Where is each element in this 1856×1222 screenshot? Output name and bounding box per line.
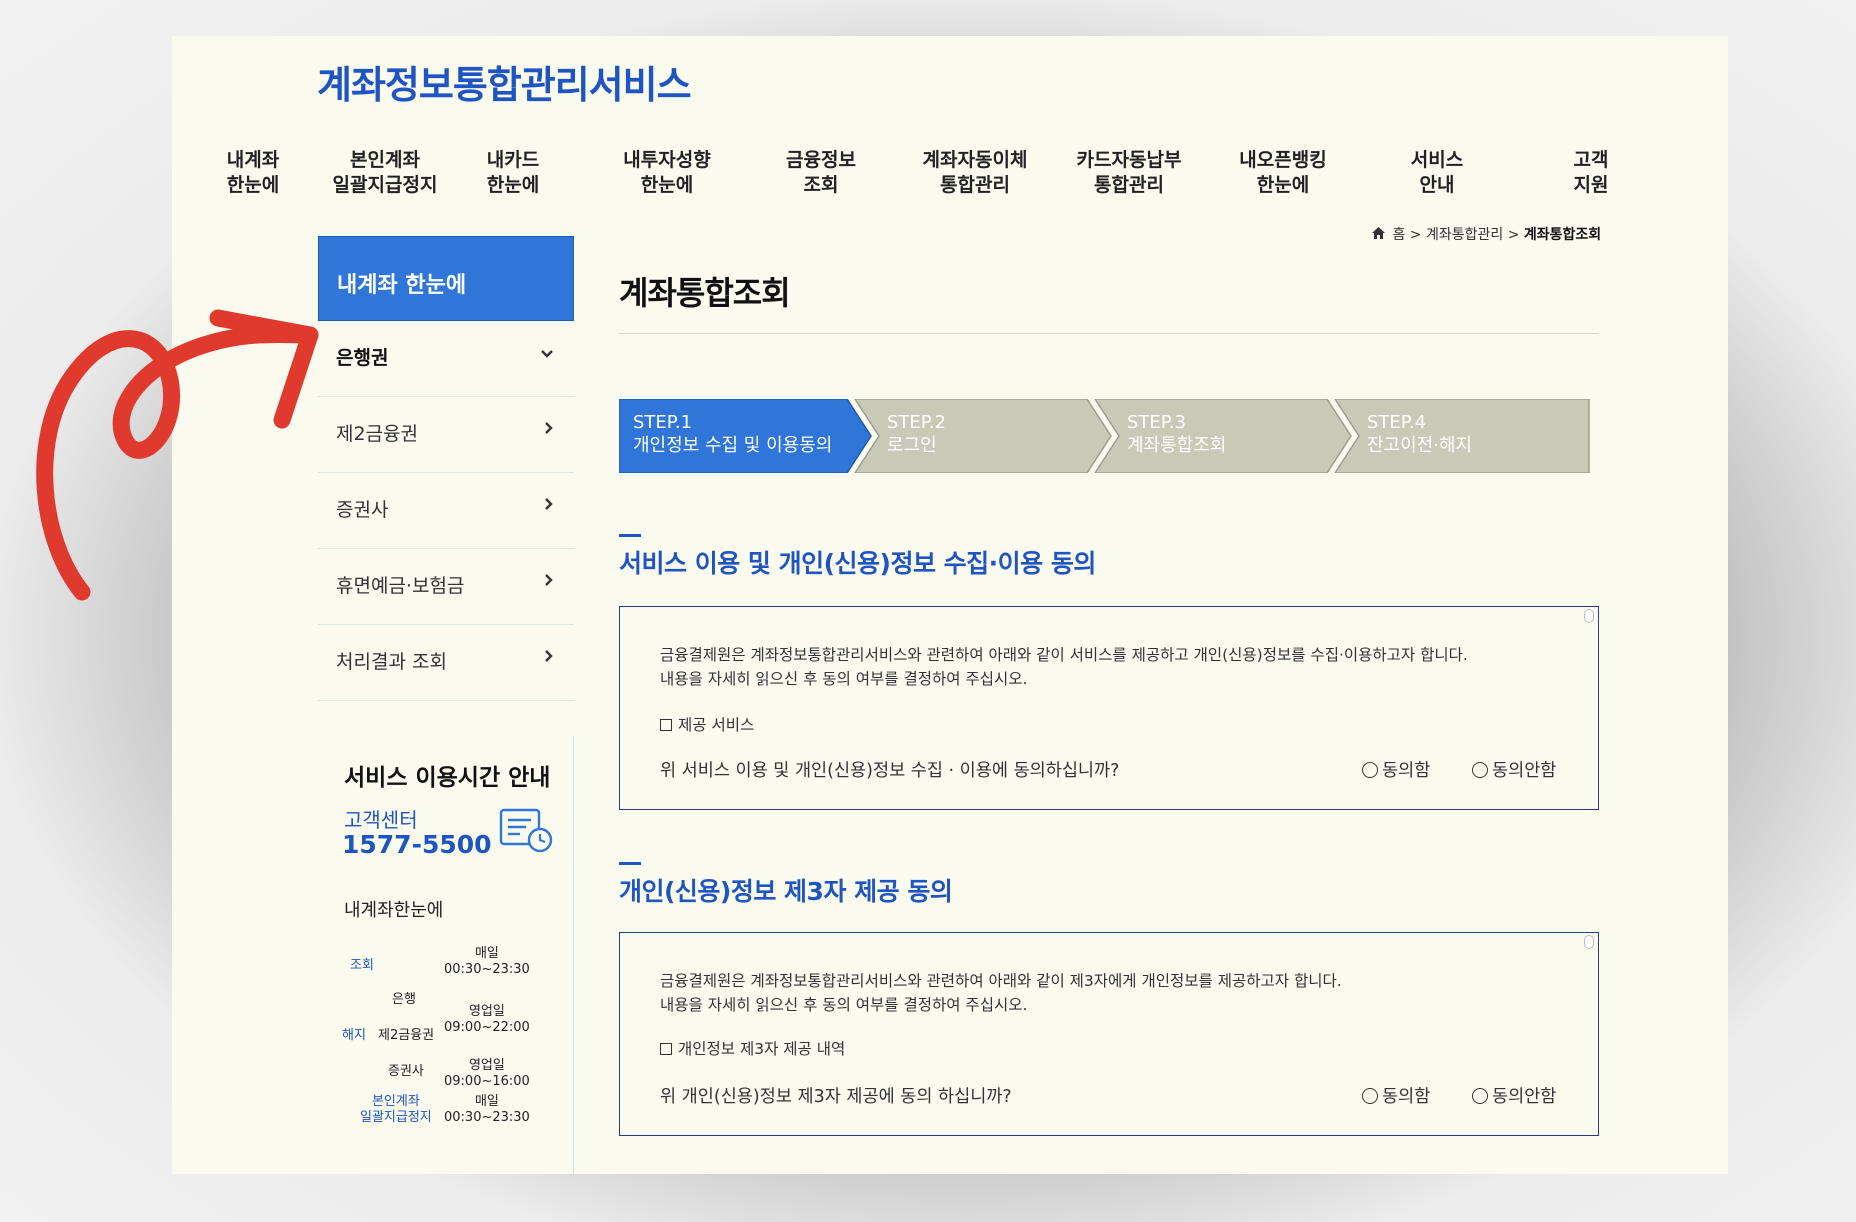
sidebar-item-bank[interactable]: 은행권 xyxy=(318,321,574,397)
sidebar-item-label: 은행권 xyxy=(336,347,389,369)
gnb-item-my-accounts[interactable]: 내계좌 한눈에 xyxy=(178,148,328,198)
gnb-item-investment[interactable]: 내투자성향 한눈에 xyxy=(592,148,742,198)
hours-inquiry-label: 조회 xyxy=(350,958,374,973)
service-hours-title: 서비스 이용시간 안내 xyxy=(344,765,551,791)
step-progress: STEP.1 개인정보 수집 및 이용동의 STEP.2 로그인 STEP.3 … xyxy=(619,399,1591,473)
sidebar-item-label: 휴면예금·보험금 xyxy=(336,575,465,597)
home-icon[interactable] xyxy=(1372,227,1385,243)
square-bullet-icon xyxy=(660,1043,672,1055)
consent-text: 금융결제원은 계좌정보통합관리서비스와 관련하여 아래와 같이 제3자에게 개인… xyxy=(660,972,1342,1014)
breadcrumb-current: 계좌통합조회 xyxy=(1523,227,1602,243)
sidebar-title[interactable]: 내계좌 한눈에 xyxy=(318,236,574,321)
disagree-radio[interactable]: 동의안함 xyxy=(1472,757,1556,782)
chevron-right-icon xyxy=(544,419,554,440)
consent-question: 위 서비스 이용 및 개인(신용)정보 수집 · 이용에 동의하십니까? xyxy=(660,761,1120,781)
gnb-item-fin-info[interactable]: 금융정보 조회 xyxy=(746,148,896,198)
global-nav: 내계좌 한눈에 본인계좌 일괄지급정지 내카드 한눈에 내투자성향 한눈에 금융… xyxy=(172,148,1728,208)
hours-second-fin-label: 제2금융권 xyxy=(378,1028,435,1043)
consent-sub-item: 개인정보 제3자 제공 내역 xyxy=(660,1037,845,1059)
hours-bank-label: 은행 xyxy=(392,992,416,1007)
scrollbar[interactable] xyxy=(1584,609,1594,623)
step-2-label: STEP.2 로그인 xyxy=(887,412,947,456)
hours-daily-2: 매일 00:30~23:30 xyxy=(444,1094,530,1125)
page-window: 계좌정보통합관리서비스 내계좌 한눈에 본인계좌 일괄지급정지 내카드 한눈에 … xyxy=(172,36,1728,1174)
square-bullet-icon xyxy=(660,719,672,731)
sidebar-item-securities[interactable]: 증권사 xyxy=(318,473,574,549)
section-marker xyxy=(619,534,641,537)
chevron-down-icon xyxy=(540,343,554,364)
title-divider xyxy=(619,333,1599,334)
section-marker xyxy=(619,862,641,865)
consent-text: 금융결제원은 계좌정보통합관리서비스와 관련하여 아래와 같이 서비스를 제공하… xyxy=(660,646,1468,688)
customer-center-phone: 1577-5500 xyxy=(342,830,492,859)
radio-circle-icon xyxy=(1362,1088,1378,1104)
gnb-item-service-info[interactable]: 서비스 안내 xyxy=(1362,148,1512,198)
breadcrumb-separator: > xyxy=(1409,227,1422,243)
radio-circle-icon xyxy=(1472,762,1488,778)
sidebar-item-label: 처리결과 조회 xyxy=(336,651,447,673)
sidebar-menu: 은행권 제2금융권 증권사 휴면예금·보험금 처리결과 조회 xyxy=(318,321,574,701)
chevron-right-icon xyxy=(544,495,554,516)
hours-business-2: 영업일 09:00~16:00 xyxy=(444,1058,530,1089)
sidebar-item-label: 제2금융권 xyxy=(336,423,419,445)
sidebar-item-results[interactable]: 처리결과 조회 xyxy=(318,625,574,701)
service-sub-title: 내계좌한눈에 xyxy=(344,900,444,921)
step-4-label: STEP.4 잔고이전·해지 xyxy=(1367,412,1473,456)
page-title: 계좌통합조회 xyxy=(619,274,791,312)
gnb-item-auto-transfer[interactable]: 계좌자동이체 통합관리 xyxy=(900,148,1050,198)
sidebar-item-dormant[interactable]: 휴면예금·보험금 xyxy=(318,549,574,625)
radio-circle-icon xyxy=(1472,1088,1488,1104)
breadcrumb: 홈 > 계좌통합관리 > 계좌통합조회 xyxy=(1372,224,1672,244)
gnb-item-card-autopay[interactable]: 카드자동납부 통합관리 xyxy=(1054,148,1204,198)
clock-document-icon xyxy=(498,806,554,856)
gnb-item-my-cards[interactable]: 내카드 한눈에 xyxy=(438,148,588,198)
hours-terminate-label: 해지 xyxy=(342,1028,366,1043)
breadcrumb-level1[interactable]: 계좌통합관리 xyxy=(1426,227,1503,243)
service-hours-box: 서비스 이용시간 안내 고객센터 1577-5500 내계좌한눈에 조회 매일 … xyxy=(318,736,574,1174)
consent-question: 위 개인(신용)정보 제3자 제공에 동의 하십니까? xyxy=(660,1087,1012,1107)
chevron-right-icon xyxy=(544,647,554,668)
site-brand[interactable]: 계좌정보통합관리서비스 xyxy=(317,54,692,109)
radio-circle-icon xyxy=(1362,762,1378,778)
agree-radio[interactable]: 동의함 xyxy=(1362,1083,1430,1108)
hours-securities-label: 증권사 xyxy=(388,1064,424,1079)
section-title-consent: 서비스 이용 및 개인(신용)정보 수집·이용 동의 xyxy=(619,549,1096,578)
consent-box-collection[interactable]: 금융결제원은 계좌정보통합관리서비스와 관련하여 아래와 같이 서비스를 제공하… xyxy=(619,606,1599,810)
sidebar-item-label: 증권사 xyxy=(336,499,389,521)
section-title-third-party: 개인(신용)정보 제3자 제공 동의 xyxy=(619,877,953,906)
disagree-radio[interactable]: 동의안함 xyxy=(1472,1083,1556,1108)
agree-radio[interactable]: 동의함 xyxy=(1362,757,1430,782)
hours-daily-1: 매일 00:30~23:30 xyxy=(444,946,530,977)
customer-center-label: 고객센터 xyxy=(344,808,418,832)
gnb-item-support[interactable]: 고객 지원 xyxy=(1516,148,1666,198)
consent-sub-item: 제공 서비스 xyxy=(660,713,754,735)
step-1-label: STEP.1 개인정보 수집 및 이용동의 xyxy=(633,412,833,456)
gnb-item-openbanking[interactable]: 내오픈뱅킹 한눈에 xyxy=(1208,148,1358,198)
breadcrumb-home[interactable]: 홈 xyxy=(1392,227,1405,243)
consent-box-third-party[interactable]: 금융결제원은 계좌정보통합관리서비스와 관련하여 아래와 같이 제3자에게 개인… xyxy=(619,932,1599,1136)
hours-business-1: 영업일 09:00~22:00 xyxy=(444,1004,530,1035)
chevron-right-icon xyxy=(544,571,554,592)
sidebar-item-second-fin[interactable]: 제2금융권 xyxy=(318,397,574,473)
hours-bulk-stop-label: 본인계좌 일괄지급정지 xyxy=(360,1094,432,1125)
step-3-label: STEP.3 계좌통합조회 xyxy=(1127,412,1227,456)
breadcrumb-separator: > xyxy=(1507,227,1520,243)
scrollbar[interactable] xyxy=(1584,935,1594,949)
